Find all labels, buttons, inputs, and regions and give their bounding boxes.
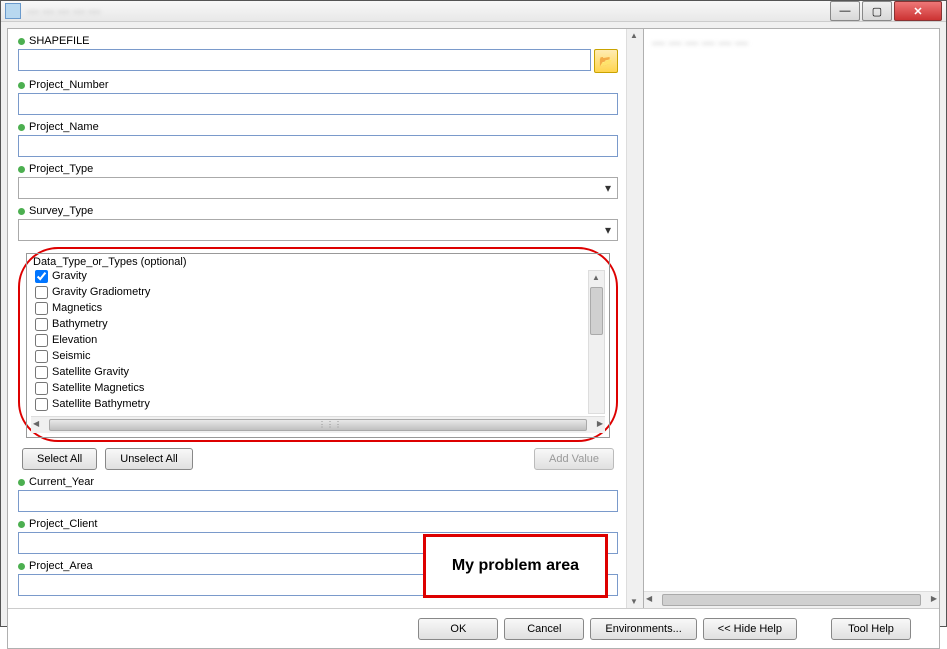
window-controls: — ▢ ✕ [830,1,942,21]
label-project-type: Project_Type [29,163,93,175]
tool-help-button[interactable]: Tool Help [831,618,911,640]
data-type-checkbox[interactable] [35,350,48,363]
data-types-highlighted-group: Data_Type_or_Types (optional) GravityGra… [18,247,618,442]
data-type-row[interactable]: Seismic [35,348,607,364]
scrollbar-thumb[interactable] [662,594,921,606]
data-type-checkbox[interactable] [35,318,48,331]
ok-button[interactable]: OK [418,618,498,640]
current-year-input[interactable] [18,490,618,512]
data-types-checklist[interactable]: Gravity Gravity Gradiometry Magnetics Bathy… [29,268,607,416]
bottom-button-bar: OK Cancel Environments... << Hide Help T… [8,608,939,648]
annotation-callout: My problem area [423,534,608,598]
required-dot [18,124,25,131]
label-data-types: Data_Type_or_Types (optional) [29,256,607,268]
data-type-row[interactable]: Gravity [35,268,607,284]
required-dot [18,208,25,215]
data-types-checklist-wrap: Gravity Gravity Gradiometry Magnetics Bathy… [29,268,607,416]
data-type-label: Satellite Bathymetry [52,398,150,410]
project-number-input[interactable] [18,93,618,115]
required-dot [18,38,25,45]
field-project-number: Project_Number [18,79,618,115]
data-type-checkbox[interactable] [35,398,48,411]
tool-dialog-window: — — — — — — ▢ ✕ SHAPEFILE 📂 P [0,0,947,627]
data-type-row[interactable]: Satellite Gravity [35,364,607,380]
data-type-label: Satellite Gravity [52,366,129,378]
field-current-year: Current_Year [18,476,618,512]
folder-icon: 📂 [599,55,613,68]
data-types-group: Data_Type_or_Types (optional) GravityGra… [26,253,610,438]
browse-button[interactable]: 📂 [594,49,618,73]
label-current-year: Current_Year [29,476,94,488]
form-scroll: SHAPEFILE 📂 Project_Number Project_Name [8,29,626,608]
help-horizontal-scrollbar[interactable] [644,591,939,608]
data-type-checkbox[interactable] [35,382,48,395]
data-type-label: Gravity [52,270,87,282]
help-panel: — — — — — — [644,29,939,608]
data-type-label: Gravity Gradiometry [52,286,150,298]
field-project-name: Project_Name [18,121,618,157]
checklist-vertical-scrollbar[interactable] [588,270,605,414]
data-type-checkbox[interactable] [35,270,48,283]
data-type-checkbox[interactable] [35,286,48,299]
data-type-row[interactable]: Gravity Gradiometry [35,284,607,300]
survey-type-dropdown[interactable] [18,219,618,241]
required-dot [18,479,25,486]
project-name-input[interactable] [18,135,618,157]
label-project-name: Project_Name [29,121,99,133]
data-type-label: Bathymetry [52,318,108,330]
app-icon [5,3,21,19]
data-type-checkbox[interactable] [35,302,48,315]
label-survey-type: Survey_Type [29,205,93,217]
required-dot [18,563,25,570]
data-type-row[interactable]: Bathymetry [35,316,607,332]
titlebar[interactable]: — — — — — — ▢ ✕ [1,1,946,22]
maximize-button[interactable]: ▢ [862,1,892,21]
project-type-dropdown[interactable] [18,177,618,199]
add-value-button: Add Value [534,448,614,470]
help-body [644,56,939,591]
help-heading: — — — — — — [644,29,939,56]
select-all-button[interactable]: Select All [22,448,97,470]
shapefile-input[interactable] [18,49,591,71]
checklist-horizontal-scrollbar[interactable]: ⋮⋮⋮ [31,416,605,433]
required-dot [18,82,25,89]
label-project-client: Project_Client [29,518,97,530]
label-project-number: Project_Number [29,79,108,91]
hide-help-button[interactable]: << Hide Help [703,618,797,640]
label-project-area: Project_Area [29,560,93,572]
form-panel: SHAPEFILE 📂 Project_Number Project_Name [8,29,644,608]
field-shapefile: SHAPEFILE 📂 [18,35,618,73]
client-area: SHAPEFILE 📂 Project_Number Project_Name [7,28,940,649]
minimize-button[interactable]: — [830,1,860,21]
label-shapefile: SHAPEFILE [29,35,90,47]
data-type-label: Seismic [52,350,91,362]
cancel-button[interactable]: Cancel [504,618,584,640]
data-type-label: Elevation [52,334,97,346]
data-type-label: Magnetics [52,302,102,314]
data-type-label: Satellite Magnetics [52,382,144,394]
scrollbar-grip-icon: ⋮⋮⋮ [318,420,342,429]
data-type-row[interactable]: Satellite Bathymetry [35,396,607,412]
data-type-checkbox[interactable] [35,334,48,347]
form-vertical-scrollbar[interactable] [626,29,643,608]
field-survey-type: Survey_Type [18,205,618,241]
environments-button[interactable]: Environments... [590,618,696,640]
required-dot [18,166,25,173]
close-button[interactable]: ✕ [894,1,942,21]
data-type-row[interactable]: Satellite Magnetics [35,380,607,396]
required-dot [18,521,25,528]
data-type-row[interactable]: Elevation [35,332,607,348]
field-project-type: Project_Type [18,163,618,199]
data-type-checkbox[interactable] [35,366,48,379]
main-row: SHAPEFILE 📂 Project_Number Project_Name [8,29,939,608]
checklist-buttons-row: Select All Unselect All Add Value [22,448,614,470]
unselect-all-button[interactable]: Unselect All [105,448,192,470]
window-title: — — — — — [27,4,830,18]
scrollbar-thumb[interactable] [590,287,603,335]
data-type-row[interactable]: Magnetics [35,300,607,316]
